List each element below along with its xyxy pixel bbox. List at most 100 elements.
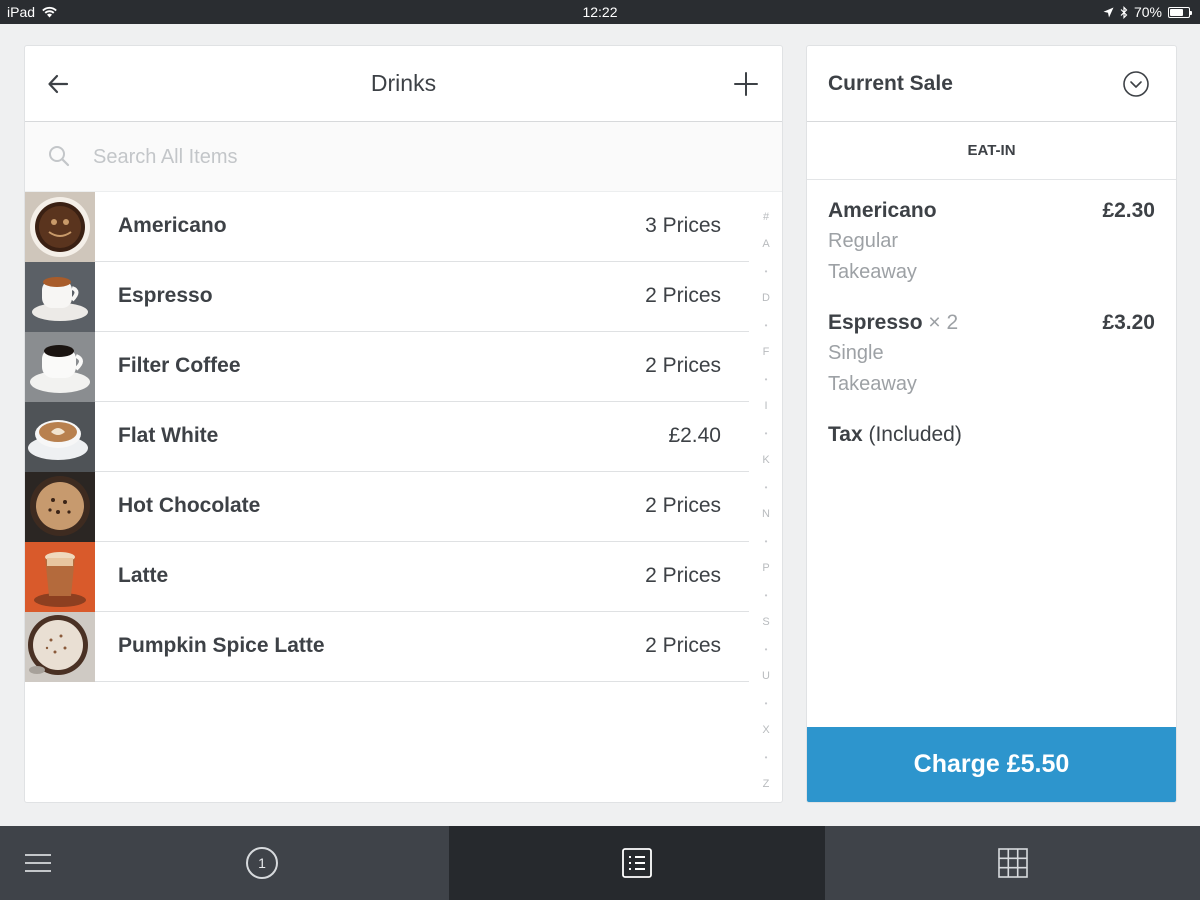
item-thumbnail [25, 612, 95, 682]
index-letter[interactable]: F [755, 339, 777, 366]
index-dot[interactable]: • [755, 582, 777, 609]
item-row-body: Filter Coffee 2 Prices [95, 332, 749, 402]
line-item-modifier: Regular [828, 230, 899, 252]
index-dot[interactable]: • [755, 474, 777, 501]
sale-title: Current Sale [828, 72, 953, 95]
index-dot[interactable]: • [755, 690, 777, 717]
item-row[interactable]: Flat White £2.40 [25, 402, 749, 472]
item-row-body: Latte 2 Prices [95, 542, 749, 612]
item-row[interactable]: Pumpkin Spice Latte 2 Prices [25, 612, 749, 682]
item-price: 2 Prices [645, 354, 721, 377]
item-price: 2 Prices [645, 564, 721, 587]
index-letter[interactable]: I [755, 393, 777, 420]
item-thumbnail [25, 262, 95, 332]
alphabet-index[interactable]: # A • D • F • I • K • N • P • S • U • X • Z [755, 204, 777, 798]
index-dot[interactable]: • [755, 366, 777, 393]
index-dot[interactable]: • [755, 528, 777, 555]
index-letter[interactable]: P [755, 555, 777, 582]
item-name: Pumpkin Spice Latte [118, 634, 325, 657]
line-item-name: Espresso [828, 311, 923, 334]
item-row-body: Flat White £2.40 [95, 402, 749, 472]
item-row[interactable]: Hot Chocolate 2 Prices [25, 472, 749, 542]
bottom-navigation: 1 [0, 826, 1200, 900]
item-row[interactable]: Espresso 2 Prices [25, 262, 749, 332]
index-letter[interactable]: N [755, 501, 777, 528]
tax-line[interactable]: Tax (Included) [828, 420, 1155, 450]
library-header: Drinks [25, 46, 782, 122]
menu-button[interactable] [0, 826, 75, 900]
index-dot[interactable]: • [755, 312, 777, 339]
current-sale-panel: Current Sale EAT-IN Americano £2.30 Regula… [806, 45, 1177, 803]
item-name: Americano [118, 214, 227, 237]
item-price: 2 Prices [645, 284, 721, 307]
index-dot[interactable]: • [755, 258, 777, 285]
index-letter[interactable]: S [755, 609, 777, 636]
item-row-body: Espresso 2 Prices [95, 262, 749, 332]
sale-line-item[interactable]: Americano £2.30 Regular Takeaway [828, 196, 1155, 288]
bluetooth-icon [1120, 5, 1128, 19]
item-name: Latte [118, 564, 169, 587]
index-letter[interactable]: D [755, 285, 777, 312]
charge-button[interactable]: Charge £5.50 [807, 727, 1176, 802]
index-dot[interactable]: • [755, 420, 777, 447]
item-name: Espresso [118, 284, 213, 307]
open-tickets-button[interactable]: 1 [75, 826, 449, 900]
status-time: 12:22 [582, 4, 618, 20]
library-list-tab[interactable] [449, 826, 825, 900]
hamburger-menu-icon [24, 854, 51, 872]
item-row[interactable]: Filter Coffee 2 Prices [25, 332, 749, 402]
chevron-down-circle-icon[interactable] [1122, 70, 1150, 98]
status-right: 70% [1103, 4, 1192, 20]
line-item-modifier: Takeaway [828, 373, 917, 395]
item-name: Flat White [118, 424, 219, 447]
item-thumbnail [25, 402, 95, 472]
item-name: Filter Coffee [118, 354, 241, 377]
tax-note: (Included) [862, 423, 962, 446]
line-item-price: £2.30 [1102, 199, 1155, 222]
item-price: 2 Prices [645, 494, 721, 517]
search-input[interactable] [93, 140, 693, 174]
item-row[interactable]: Latte 2 Prices [25, 542, 749, 612]
index-letter[interactable]: # [755, 204, 777, 231]
status-bar: iPad 12:22 70% [0, 0, 1200, 24]
add-item-icon[interactable] [732, 70, 760, 98]
ticket-count-badge: 1 [246, 847, 278, 879]
item-list: Americano 3 Prices Espresso 2 Prices Filter … [25, 192, 749, 682]
battery-icon [1168, 6, 1192, 18]
line-item-quantity: × 2 [922, 311, 959, 334]
sale-header: Current Sale [807, 46, 1176, 122]
battery-fill [1170, 8, 1183, 16]
item-library-panel: Drinks Americano 3 Prices Espresso 2 Prices… [24, 45, 783, 803]
category-title: Drinks [370, 70, 437, 96]
index-letter[interactable]: A [755, 231, 777, 258]
item-price: 2 Prices [645, 634, 721, 657]
line-item-name: Americano [828, 199, 937, 222]
sale-lines: Americano £2.30 Regular Takeaway Espresso × … [807, 180, 1176, 450]
index-letter[interactable]: U [755, 663, 777, 690]
battery-percent: 70% [1133, 4, 1162, 20]
tax-label: Tax [828, 423, 863, 446]
item-price: 3 Prices [645, 214, 721, 237]
location-arrow-icon [1103, 7, 1114, 17]
item-thumbnail [25, 472, 95, 542]
index-letter[interactable]: K [755, 447, 777, 474]
keypad-grid-tab[interactable] [825, 826, 1200, 900]
item-row-body: Pumpkin Spice Latte 2 Prices [95, 612, 749, 682]
search-bar [25, 122, 782, 192]
item-thumbnail [25, 332, 95, 402]
line-item-modifier: Single [828, 342, 884, 364]
search-icon [49, 146, 70, 167]
line-item-price: £3.20 [1102, 311, 1155, 334]
index-dot[interactable]: • [755, 744, 777, 771]
item-row-body: Hot Chocolate 2 Prices [95, 472, 749, 542]
sale-line-item[interactable]: Espresso × 2 £3.20 Single Takeaway [828, 308, 1155, 400]
index-letter[interactable]: X [755, 717, 777, 744]
index-letter[interactable]: Z [755, 771, 777, 798]
dining-option-button[interactable]: EAT-IN [807, 122, 1176, 180]
item-name: Hot Chocolate [118, 494, 261, 517]
list-view-icon [622, 848, 652, 878]
item-thumbnail [25, 542, 95, 612]
item-row[interactable]: Americano 3 Prices [25, 192, 749, 262]
index-dot[interactable]: • [755, 636, 777, 663]
item-thumbnail [25, 192, 95, 262]
